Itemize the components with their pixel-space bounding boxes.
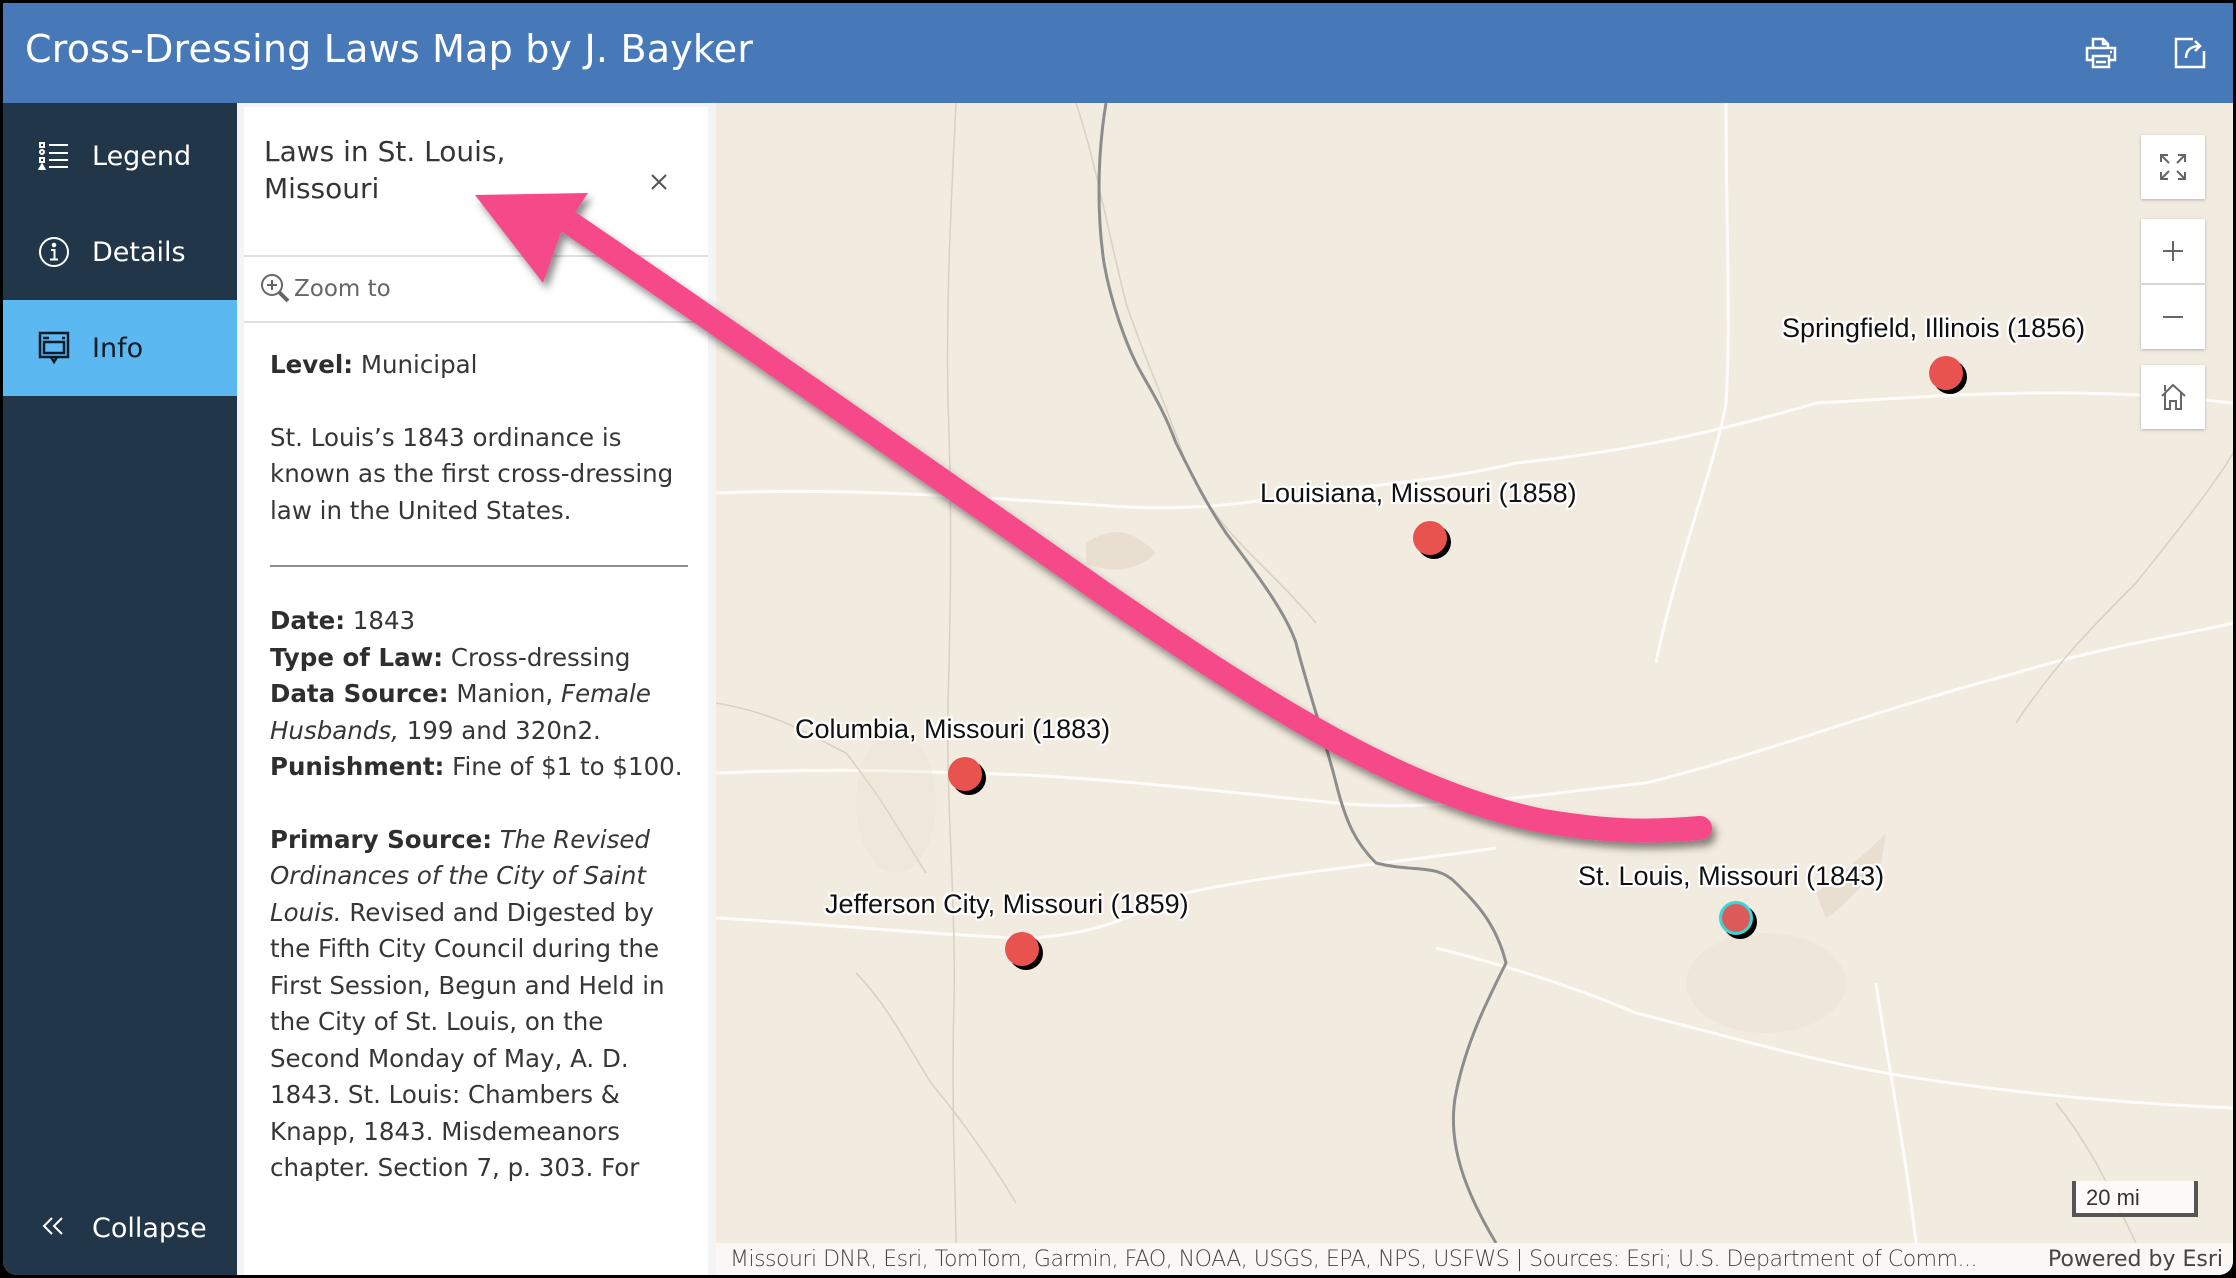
data-source-row: Data Source: Manion, Female Husbands, 19… <box>270 676 688 749</box>
sidebar-item-legend[interactable]: Legend <box>3 108 237 204</box>
city-label: Springfield, Illinois (1856) <box>1782 313 2086 343</box>
type-value: Cross-dressing <box>450 642 631 672</box>
date-value: 1843 <box>352 606 416 635</box>
powered-by-esri[interactable]: Powered by Esri <box>2048 1247 2223 1272</box>
city-label: Louisiana, Missouri (1858) <box>1260 478 1577 508</box>
type-row: Type of Law: Cross-dressing <box>270 640 688 677</box>
sidebar-item-label: Details <box>92 236 186 268</box>
app-header: Cross-Dressing Laws Map by J. Bayker <box>3 3 2233 103</box>
field-label: Punishment: <box>270 752 445 781</box>
field-label: Type of Law: <box>270 642 444 672</box>
data-source-pages: 199 and 320n2. <box>406 715 601 745</box>
date-row: Date: 1843 <box>270 603 688 640</box>
sidebar-item-label: Info <box>92 332 144 364</box>
double-chevron-left-icon <box>41 1213 65 1243</box>
feature-details: Level: Municipal St. Louis’s 1843 ordina… <box>270 347 688 1187</box>
attribution-text[interactable]: Missouri DNR, Esri, TomTom, Garmin, FAO,… <box>730 1247 2030 1272</box>
primary-source-text: Revised and Digested by the Fifth City C… <box>270 897 665 1183</box>
city-label: Jefferson City, Missouri (1859) <box>825 889 1189 919</box>
app-window: Cross-Dressing Laws Map by J. Bayker Leg… <box>3 3 2233 1275</box>
popup-title: Laws in St. Louis, Missouri <box>264 135 506 205</box>
minus-icon <box>2163 316 2183 318</box>
collapse-label: Collapse <box>92 1212 207 1244</box>
share-icon <box>2174 37 2206 69</box>
field-label: Date: <box>270 606 345 635</box>
city-marker[interactable] <box>1929 356 1963 390</box>
print-button[interactable] <box>2081 33 2121 73</box>
punishment-row: Punishment: Fine of $1 to $100. <box>270 749 688 786</box>
zoom-to-button[interactable]: Zoom to <box>244 257 708 321</box>
popup-window-icon <box>37 331 71 365</box>
map-view[interactable]: Springfield, Illinois (1856) Louisiana, … <box>716 103 2233 1243</box>
zoom-to-label: Zoom to <box>294 276 391 302</box>
collapse-button[interactable]: Collapse <box>3 1193 237 1263</box>
popup-content[interactable]: Laws in St. Louis, Missouri Zoom to Leve… <box>244 107 708 1275</box>
share-button[interactable] <box>2170 33 2210 73</box>
zoom-in-magnifier-icon <box>261 274 290 303</box>
scale-bar: 20 mi <box>2072 1181 2198 1217</box>
home-icon <box>2161 383 2186 410</box>
basemap <box>716 103 2233 1243</box>
close-icon <box>651 174 667 190</box>
sidebar-item-info[interactable]: Info <box>3 300 237 396</box>
divider <box>244 321 708 323</box>
level-row: Level: Municipal <box>270 347 688 384</box>
data-source-author: Manion, <box>456 679 554 708</box>
zoom-control <box>2141 219 2205 349</box>
zoom-out-button[interactable] <box>2141 285 2205 349</box>
map-attribution: Missouri DNR, Esri, TomTom, Garmin, FAO,… <box>716 1243 2233 1275</box>
city-marker[interactable] <box>948 757 982 791</box>
city-marker[interactable] <box>1413 521 1447 555</box>
punishment-value: Fine of $1 to $100. <box>452 752 683 781</box>
plus-icon <box>2163 241 2183 261</box>
fullscreen-control <box>2141 135 2205 199</box>
selected-city-marker[interactable] <box>1719 901 1753 935</box>
info-panel: Laws in St. Louis, Missouri Zoom to Leve… <box>237 103 716 1275</box>
city-marker[interactable] <box>1005 932 1039 966</box>
primary-source-row: Primary Source: The Revised Ordinances o… <box>270 822 688 1187</box>
field-label: Level: <box>270 350 354 379</box>
horizontal-rule <box>270 565 688 567</box>
level-value: Municipal <box>360 350 478 379</box>
home-control <box>2141 365 2205 429</box>
sidebar-item-label: Legend <box>92 140 192 172</box>
city-label: St. Louis, Missouri (1843) <box>1578 861 1885 891</box>
info-circle-icon <box>37 235 71 269</box>
close-button[interactable] <box>644 167 674 197</box>
fullscreen-button[interactable] <box>2141 135 2205 199</box>
sidebar-item-details[interactable]: Details <box>3 204 237 300</box>
home-button[interactable] <box>2141 365 2205 429</box>
expand-icon <box>2160 154 2186 180</box>
city-label: Columbia, Missouri (1883) <box>795 714 1111 744</box>
field-label: Data Source: <box>270 679 449 708</box>
printer-icon <box>2085 37 2117 69</box>
sidebar: Legend Details Info Collapse <box>3 103 237 1275</box>
summary-text: St. Louis’s 1843 ordinance is known as t… <box>270 422 674 525</box>
app-title: Cross-Dressing Laws Map by J. Bayker <box>25 27 754 71</box>
zoom-in-button[interactable] <box>2141 219 2205 283</box>
legend-list-icon <box>37 139 71 173</box>
field-label: Primary Source: <box>270 824 493 854</box>
